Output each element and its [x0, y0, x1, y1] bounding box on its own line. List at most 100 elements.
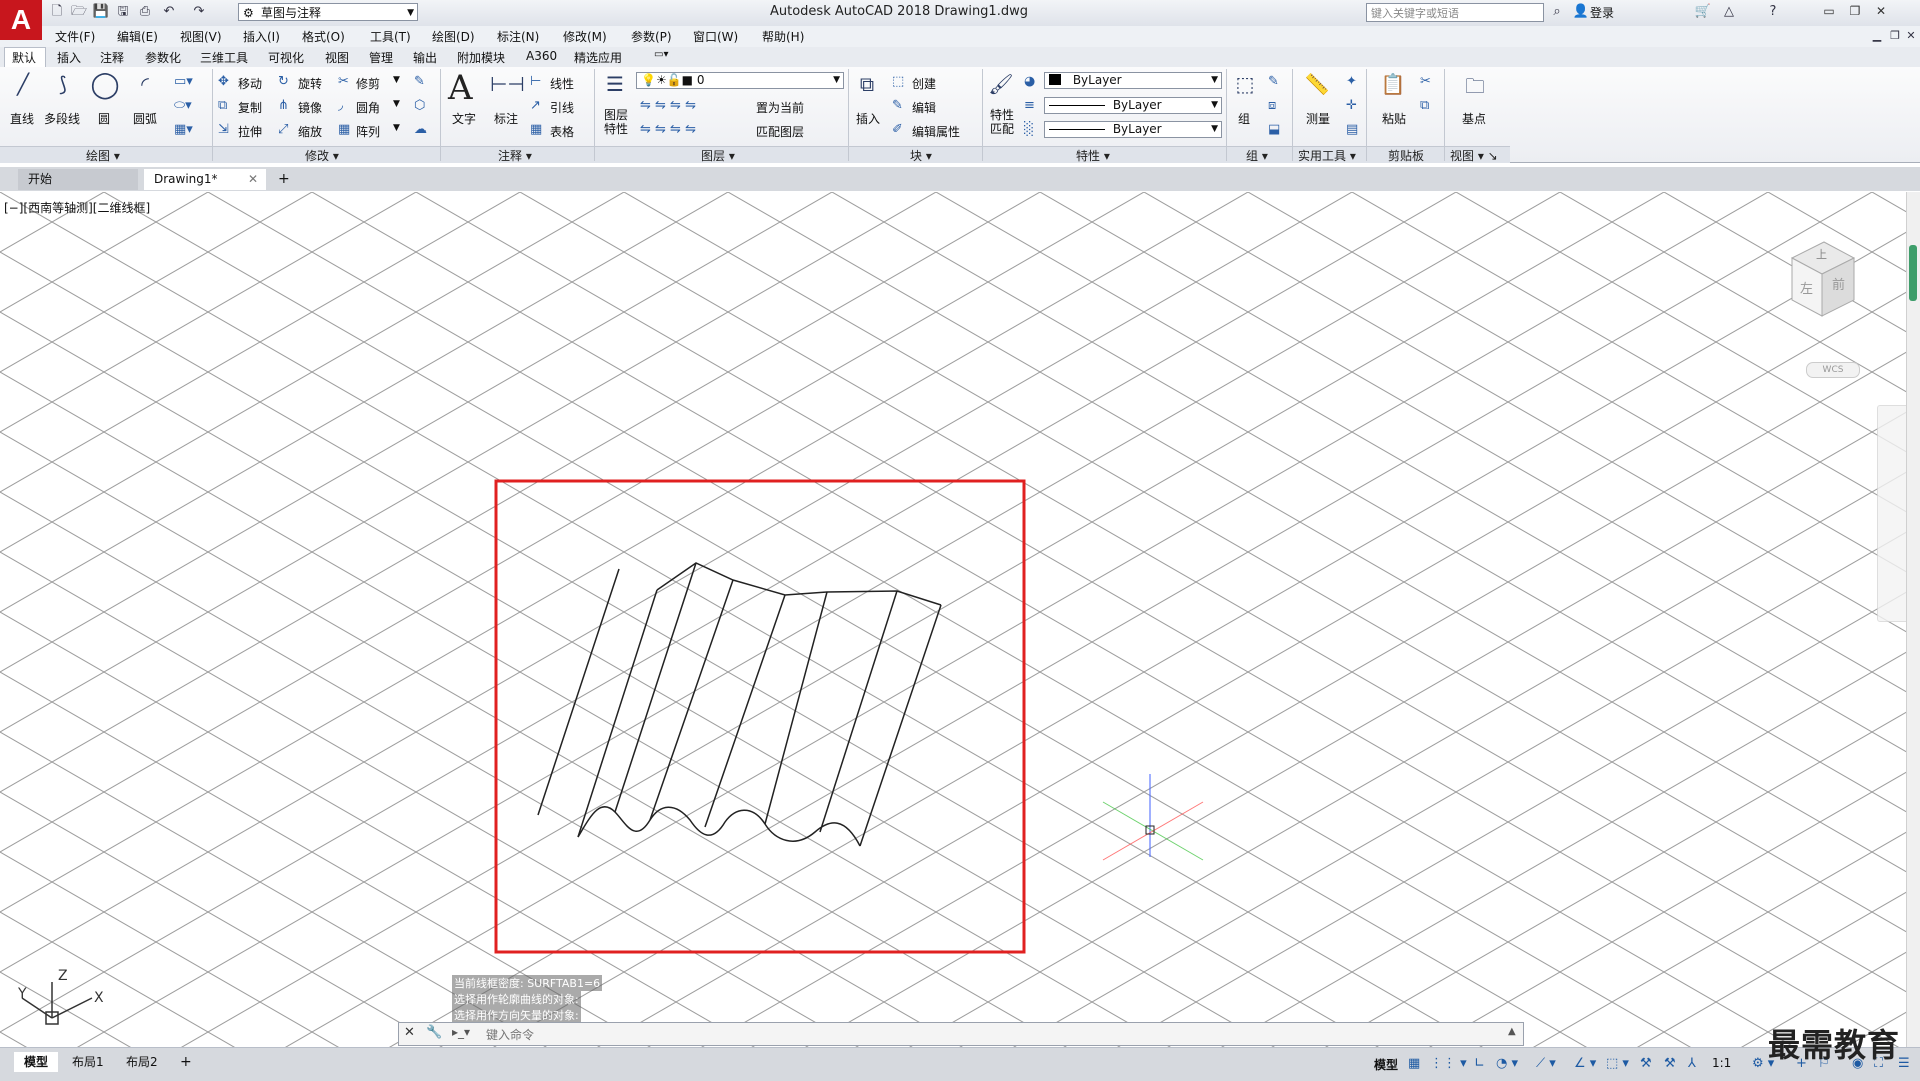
scale-button[interactable]: 缩放	[298, 123, 322, 140]
edit-button[interactable]: 编辑	[912, 99, 936, 116]
color-combo[interactable]: ByLayer ▼	[1044, 72, 1222, 89]
redo-icon[interactable]: ↷	[190, 4, 208, 20]
line-label[interactable]: 直线	[10, 110, 34, 127]
ungroup-icon[interactable]: ⧈	[1268, 98, 1276, 113]
text-label[interactable]: 文字	[452, 110, 476, 127]
chevron-down-icon[interactable]: ▼	[393, 75, 400, 85]
leader-button[interactable]: 引线	[550, 99, 574, 116]
modify-panel-title[interactable]: 修改 ▾	[305, 147, 339, 164]
insert-label[interactable]: 插入	[856, 110, 880, 127]
group-icon[interactable]: ⬚	[1230, 72, 1260, 96]
trim-button[interactable]: 修剪	[356, 75, 380, 92]
create-button[interactable]: 创建	[912, 75, 936, 92]
view-panel-title[interactable]: 视图 ▾ ↘	[1450, 147, 1498, 164]
group-label[interactable]: 组	[1238, 110, 1250, 127]
polar-icon[interactable]: ◔ ▾	[1496, 1056, 1518, 1071]
vertical-scrollbar[interactable]	[1906, 192, 1920, 1047]
set-current-button[interactable]: 置为当前	[756, 99, 804, 116]
command-prompt-icon[interactable]: ▸_▾	[452, 1025, 470, 1039]
tab-visualize[interactable]: 可视化	[268, 49, 304, 66]
measure-icon[interactable]: 📏	[1300, 72, 1334, 96]
leader-icon[interactable]: ↗	[530, 98, 541, 113]
file-tab-start[interactable]: 开始	[18, 169, 138, 190]
annotation-scale-value[interactable]: 1:1	[1712, 1056, 1731, 1070]
doc-minimize-icon[interactable]: ▁	[1868, 28, 1886, 44]
wcs-menu[interactable]: WCS	[1806, 362, 1860, 378]
match-properties-label[interactable]: 特性 匹配	[990, 108, 1016, 136]
a360-icon[interactable]: △	[1720, 4, 1738, 20]
new-file-icon[interactable]: 🗋	[48, 4, 66, 20]
polyline-icon[interactable]: ⟆	[46, 72, 80, 96]
cart-icon[interactable]: 🛒	[1694, 4, 1712, 20]
table-icon[interactable]: ▦	[530, 122, 542, 137]
hatch-icon[interactable]: ▦▾	[174, 122, 193, 137]
clipboard-panel-title[interactable]: 剪贴板	[1388, 147, 1424, 164]
model-space-button[interactable]: 模型	[1374, 1056, 1398, 1073]
layout-tab-layout2[interactable]: 布局2	[116, 1052, 168, 1072]
menu-format[interactable]: 格式(O)	[302, 28, 345, 45]
array-icon[interactable]: ▦	[338, 122, 350, 137]
menu-insert[interactable]: 插入(I)	[243, 28, 280, 45]
save-icon[interactable]: 💾	[92, 4, 110, 20]
annotation-scale-icon[interactable]: ⅄	[1688, 1056, 1696, 1071]
block-panel-title[interactable]: 块 ▾	[910, 147, 932, 164]
linear-dim-icon[interactable]: ⊢	[530, 74, 541, 89]
add-layout-icon[interactable]: +	[170, 1052, 202, 1072]
tab-insert[interactable]: 插入	[57, 49, 81, 66]
group-edit-icon[interactable]: ✎	[1268, 74, 1279, 89]
print-icon[interactable]: ⎙	[136, 4, 154, 20]
save-as-icon[interactable]: 🖫	[114, 4, 132, 20]
fillet-button[interactable]: 圆角	[356, 99, 380, 116]
undo-icon[interactable]: ↶	[160, 4, 178, 20]
minimize-button[interactable]: ▭	[1818, 2, 1840, 20]
tab-3d-tools[interactable]: 三维工具	[200, 49, 248, 66]
fillet-icon[interactable]: ◞	[338, 98, 343, 113]
new-tab-icon[interactable]: +	[272, 169, 296, 190]
menu-file[interactable]: 文件(F)	[55, 28, 95, 45]
layer-combo[interactable]: 💡☀🔓■ 0 ▼	[636, 72, 844, 89]
tab-default[interactable]: 默认	[12, 49, 36, 66]
osnap-tracking-icon[interactable]: ∠ ▾	[1574, 1056, 1596, 1071]
stretch-icon[interactable]: ⇲	[218, 122, 229, 137]
paste-label[interactable]: 粘贴	[1382, 110, 1406, 127]
annotation-visibility-icon[interactable]: ⚒	[1640, 1056, 1652, 1071]
search-input[interactable]: 键入关键字或短语	[1366, 3, 1544, 22]
tab-parametric[interactable]: 参数化	[145, 49, 181, 66]
snap-icon[interactable]: ⋮⋮ ▾	[1430, 1056, 1467, 1071]
isodraft-icon[interactable]: ⟋ ▾	[1536, 1056, 1556, 1071]
menu-modify[interactable]: 修改(M)	[563, 28, 607, 45]
dimension-icon[interactable]: ⊢⊣	[490, 72, 525, 96]
chevron-up-icon[interactable]: ▲	[1508, 1026, 1516, 1037]
layer-properties-label[interactable]: 图层 特性	[604, 108, 630, 136]
tab-manage[interactable]: 管理	[369, 49, 393, 66]
user-icon[interactable]: 👤	[1572, 4, 1590, 20]
annotation-panel-title[interactable]: 注释 ▾	[498, 147, 532, 164]
ellipse-icon[interactable]: ⬭▾	[174, 98, 192, 113]
layers-panel-title[interactable]: 图层 ▾	[701, 147, 735, 164]
open-file-icon[interactable]: 🗁	[70, 4, 88, 20]
match-properties-icon[interactable]: 🖌	[986, 72, 1016, 96]
group-select-icon[interactable]: ⬓	[1268, 122, 1280, 137]
layer-tools-row1-icon[interactable]: ⇋ ⇋ ⇋ ⇋	[640, 98, 696, 113]
ribbon-options-icon[interactable]: ▭▾	[654, 49, 668, 60]
restore-button[interactable]: ❐	[1844, 2, 1866, 20]
menu-view[interactable]: 视图(V)	[180, 28, 222, 45]
rotate-icon[interactable]: ↻	[278, 74, 289, 89]
measure-label[interactable]: 测量	[1306, 110, 1330, 127]
mirror-button[interactable]: 镜像	[298, 99, 322, 116]
explode-icon[interactable]: ⬡	[414, 98, 425, 113]
osnap-icon[interactable]: ⬚ ▾	[1606, 1056, 1629, 1071]
id-point-icon[interactable]: ✦	[1346, 74, 1357, 89]
properties-panel-title[interactable]: 特性 ▾	[1076, 147, 1110, 164]
doc-close-icon[interactable]: ✕	[1902, 28, 1920, 44]
login-button[interactable]: 登录	[1590, 4, 1614, 21]
layout-tab-model[interactable]: 模型	[14, 1052, 59, 1072]
draw-panel-title[interactable]: 绘图 ▾	[86, 147, 120, 164]
circle-label[interactable]: 圆	[98, 110, 110, 127]
polyline-label[interactable]: 多段线	[44, 110, 80, 127]
match-layer-button[interactable]: 匹配图层	[756, 123, 804, 140]
edit-attribute-icon[interactable]: ✐	[892, 122, 903, 137]
groups-panel-title[interactable]: 组 ▾	[1246, 147, 1268, 164]
copy-button[interactable]: 复制	[238, 99, 262, 116]
menu-edit[interactable]: 编辑(E)	[117, 28, 158, 45]
